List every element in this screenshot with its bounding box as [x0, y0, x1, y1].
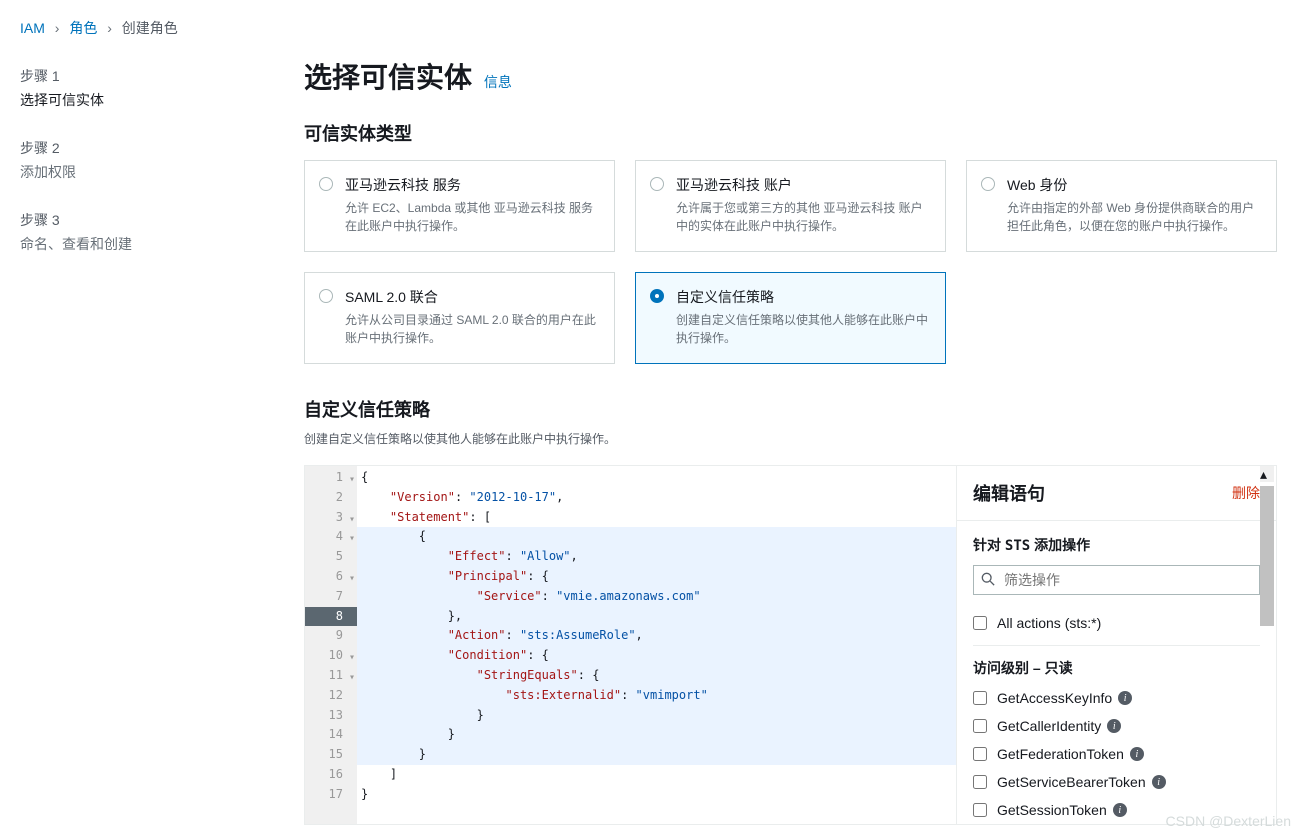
scrollbar-thumb[interactable]: [1260, 486, 1274, 626]
radio-icon: [650, 177, 664, 191]
scroll-up-icon[interactable]: ▴: [1260, 466, 1274, 482]
info-icon[interactable]: i: [1107, 719, 1121, 733]
entity-title: 亚马逊云科技 服务: [345, 175, 598, 195]
radio-icon: [319, 177, 333, 191]
step-title: 命名、查看和创建: [20, 234, 260, 254]
entity-desc: 允许 EC2、Lambda 或其他 亚马逊云科技 服务在此账户中执行操作。: [345, 199, 598, 235]
json-editor[interactable]: 1▾ 2 3▾ 4▾ 5 6▾ 7 8 9 10▾ 11▾ 12 13 14: [305, 466, 956, 824]
action-checkbox[interactable]: [973, 719, 987, 733]
entity-title: Web 身份: [1007, 175, 1260, 195]
action-checkbox[interactable]: [973, 803, 987, 817]
radio-icon: [319, 289, 333, 303]
info-icon[interactable]: i: [1113, 803, 1127, 817]
step-3[interactable]: 步骤 3 命名、查看和创建: [20, 210, 260, 254]
entity-saml[interactable]: SAML 2.0 联合 允许从公司目录通过 SAML 2.0 联合的用户在此账户…: [304, 272, 615, 364]
all-actions-checkbox[interactable]: [973, 616, 987, 630]
step-title: 添加权限: [20, 162, 260, 182]
action-row[interactable]: GetAccessKeyInfoi: [973, 684, 1260, 712]
main-content: 选择可信实体 信息 可信实体类型 亚马逊云科技 服务 允许 EC2、Lambda…: [280, 46, 1301, 835]
action-checkbox[interactable]: [973, 747, 987, 761]
search-icon: [981, 572, 995, 589]
entity-desc: 允许属于您或第三方的其他 亚马逊云科技 账户中的实体在此账户中执行操作。: [676, 199, 929, 235]
custom-policy-subtitle: 创建自定义信任策略以使其他人能够在此账户中执行操作。: [304, 430, 1277, 447]
delete-button[interactable]: 删除: [1232, 483, 1260, 503]
step-1[interactable]: 步骤 1 选择可信实体: [20, 66, 260, 110]
editor-gutter: 1▾ 2 3▾ 4▾ 5 6▾ 7 8 9 10▾ 11▾ 12 13 14: [305, 466, 357, 824]
panel-title: 编辑语句: [973, 480, 1045, 506]
entity-title: SAML 2.0 联合: [345, 287, 598, 307]
info-icon[interactable]: i: [1118, 691, 1132, 705]
access-level-heading: 访问级别 – 只读: [973, 658, 1260, 678]
step-label: 步骤 2: [20, 138, 260, 158]
radio-icon: [650, 289, 664, 303]
action-row[interactable]: GetFederationTokeni: [973, 740, 1260, 768]
entity-desc: 允许从公司目录通过 SAML 2.0 联合的用户在此账户中执行操作。: [345, 311, 598, 347]
info-icon[interactable]: i: [1130, 747, 1144, 761]
step-2[interactable]: 步骤 2 添加权限: [20, 138, 260, 182]
breadcrumb-iam[interactable]: IAM: [20, 20, 45, 36]
breadcrumb-current: 创建角色: [122, 20, 178, 36]
step-label: 步骤 3: [20, 210, 260, 230]
action-checkbox[interactable]: [973, 691, 987, 705]
custom-policy-title: 自定义信任策略: [304, 396, 1277, 422]
editor-code[interactable]: { "Version": "2012-10-17", "Statement": …: [357, 466, 956, 824]
breadcrumb-roles[interactable]: 角色: [69, 20, 97, 36]
action-checkbox[interactable]: [973, 775, 987, 789]
step-title: 选择可信实体: [20, 90, 260, 110]
wizard-steps: 步骤 1 选择可信实体 步骤 2 添加权限 步骤 3 命名、查看和创建: [0, 46, 280, 835]
all-actions-row[interactable]: All actions (sts:*): [973, 609, 1260, 637]
filter-actions-input[interactable]: [973, 565, 1260, 595]
info-icon[interactable]: i: [1152, 775, 1166, 789]
chevron-right-icon: ›: [107, 20, 112, 36]
add-ops-heading: 针对 STS 添加操作: [973, 535, 1260, 555]
action-row[interactable]: GetServiceBearerTokeni: [973, 768, 1260, 796]
entity-desc: 允许由指定的外部 Web 身份提供商联合的用户担任此角色，以便在您的账户中执行操…: [1007, 199, 1260, 235]
entity-section-title: 可信实体类型: [304, 120, 1277, 146]
statement-panel: ▴ 编辑语句 删除 针对 STS 添加操作: [956, 466, 1276, 824]
entity-title: 亚马逊云科技 账户: [676, 175, 929, 195]
entity-aws-service[interactable]: 亚马逊云科技 服务 允许 EC2、Lambda 或其他 亚马逊云科技 服务在此账…: [304, 160, 615, 252]
entity-custom-trust[interactable]: 自定义信任策略 创建自定义信任策略以使其他人能够在此账户中执行操作。: [635, 272, 946, 364]
breadcrumb: IAM › 角色 › 创建角色: [0, 0, 1301, 46]
entity-title: 自定义信任策略: [676, 287, 929, 307]
entity-web-identity[interactable]: Web 身份 允许由指定的外部 Web 身份提供商联合的用户担任此角色，以便在您…: [966, 160, 1277, 252]
step-label: 步骤 1: [20, 66, 260, 86]
chevron-right-icon: ›: [55, 20, 60, 36]
page-title: 选择可信实体: [304, 56, 472, 96]
action-row[interactable]: GetCallerIdentityi: [973, 712, 1260, 740]
info-link[interactable]: 信息: [484, 74, 512, 90]
watermark: CSDN @DexterLien: [1166, 813, 1291, 829]
radio-icon: [981, 177, 995, 191]
entity-desc: 创建自定义信任策略以使其他人能够在此账户中执行操作。: [676, 311, 929, 347]
entity-aws-account[interactable]: 亚马逊云科技 账户 允许属于您或第三方的其他 亚马逊云科技 账户中的实体在此账户…: [635, 160, 946, 252]
